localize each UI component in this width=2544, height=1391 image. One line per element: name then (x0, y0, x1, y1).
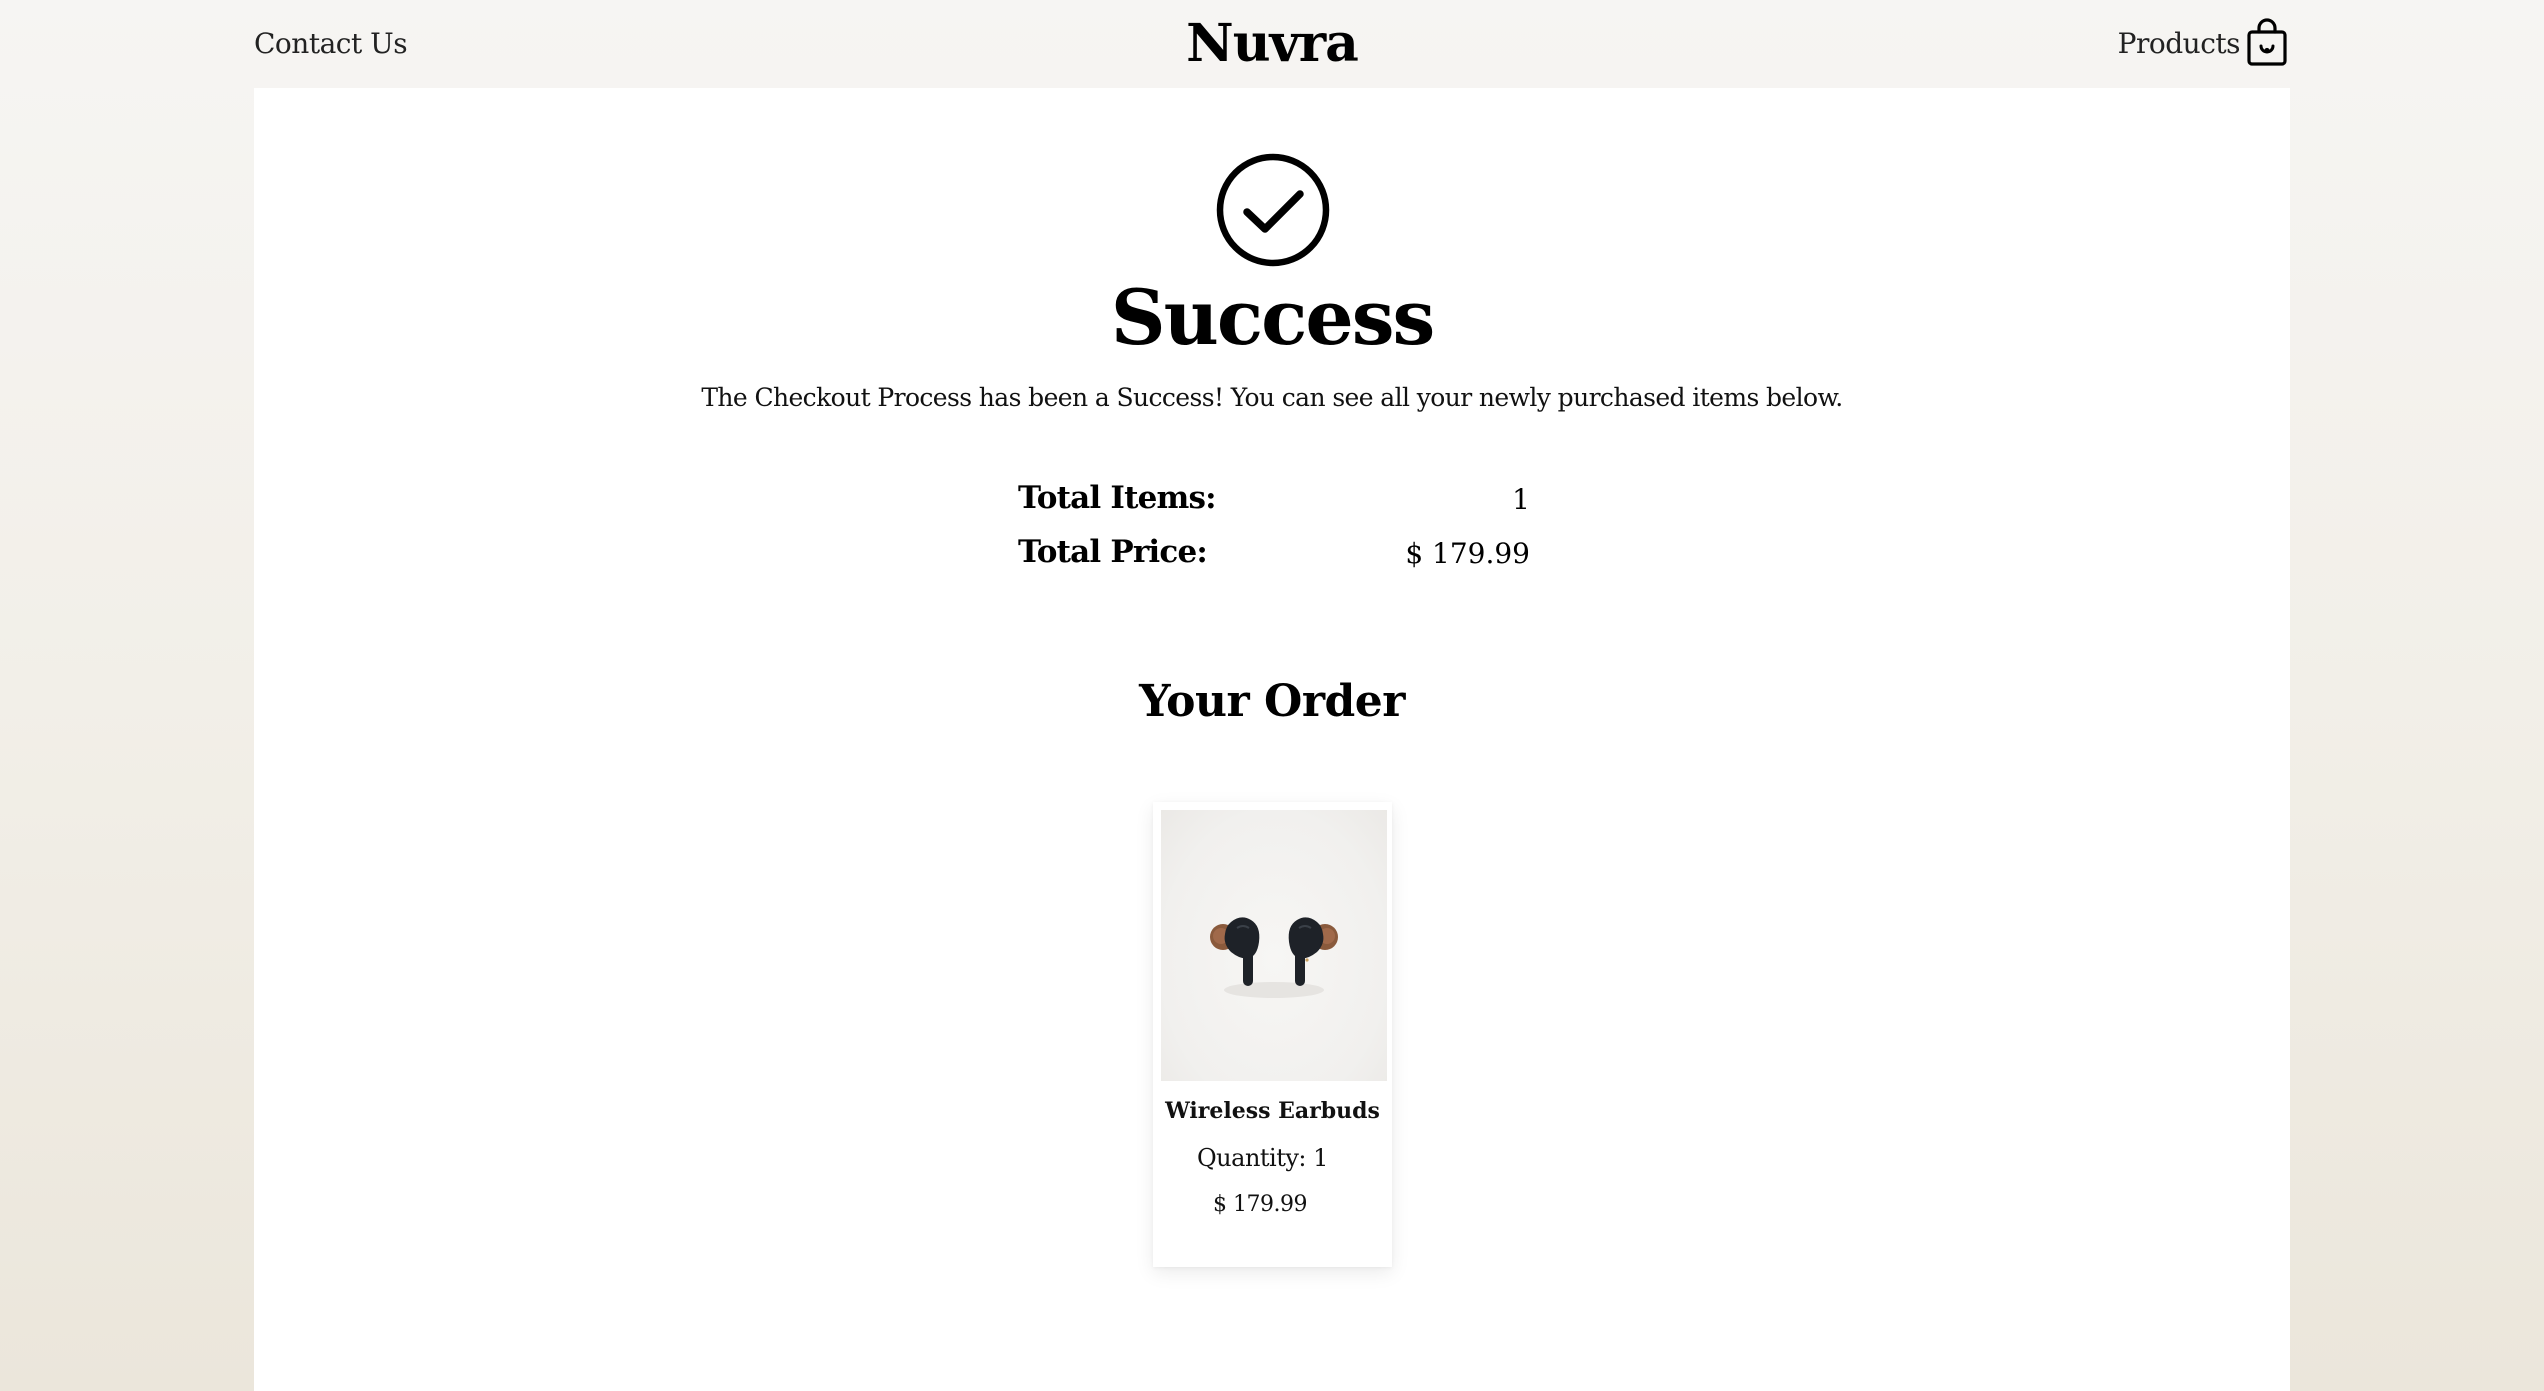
order-section-title: Your Order (1139, 676, 1405, 727)
check-circle-icon (1215, 152, 1331, 268)
brand-logo[interactable]: Nuvra (1172, 12, 1372, 76)
nav-products-link[interactable]: Products (2050, 26, 2241, 62)
product-name: Wireless Earbuds (1165, 1098, 1380, 1124)
earbud-right (1288, 917, 1338, 986)
shopping-bag-icon (2247, 18, 2287, 66)
order-item-card[interactable]: Wireless Earbuds Quantity: 1 $ 179.99 (1153, 802, 1392, 1267)
success-title: Success (1110, 273, 1436, 362)
nav-contact-us-link[interactable]: Contact Us (254, 26, 408, 62)
total-price-label: Total Price: (1018, 534, 1208, 570)
cart-button[interactable] (2244, 18, 2290, 68)
total-items-label: Total Items: (1018, 480, 1217, 516)
site-header: Contact Us Nuvra Products (0, 0, 2544, 88)
product-quantity: Quantity: 1 (1197, 1144, 1328, 1172)
total-price-value: $ 179.99 (1405, 537, 1530, 570)
success-message: The Checkout Process has been a Success!… (701, 383, 1843, 412)
product-image (1161, 810, 1387, 1081)
product-price: $ 179.99 (1213, 1192, 1307, 1217)
earbud-left (1210, 917, 1260, 986)
total-items-value: 1 (1512, 483, 1530, 516)
